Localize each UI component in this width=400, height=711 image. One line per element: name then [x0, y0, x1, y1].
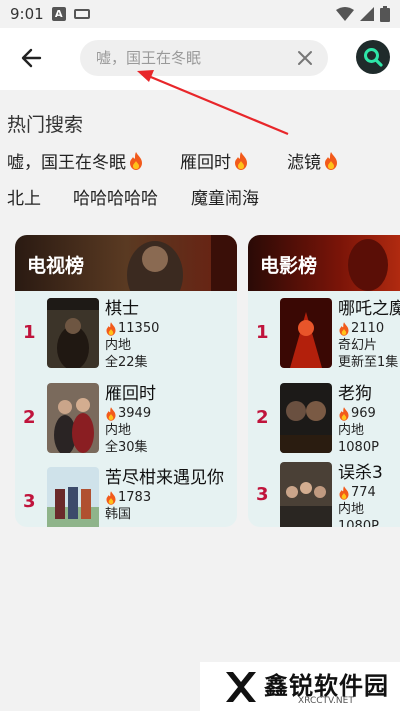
hot-tag-label: 魔童闹海 — [191, 189, 259, 209]
movie-ranking-card: 电影榜 1 哪吒之魔 2110 奇幻片 更新至1集 2 老狗 969 内地 10… — [248, 235, 400, 527]
rank-number: 2 — [23, 407, 36, 428]
rank-number: 1 — [23, 322, 36, 343]
movie-item-info: 老狗 969 内地 1080P — [338, 383, 379, 456]
tv-item-info: 雁回时 3949 内地 全30集 — [105, 383, 156, 456]
heat-value: 11350 — [118, 321, 160, 336]
tv-poster-2 — [47, 383, 99, 453]
status-time: 9:01 — [10, 5, 44, 23]
item-extra: 全30集 — [105, 440, 148, 455]
notification-a-icon: A — [51, 7, 66, 21]
rank-number: 1 — [256, 322, 269, 343]
movie-poster-3 — [280, 462, 332, 527]
item-region: 内地 — [338, 502, 365, 517]
tv-poster-1 — [47, 298, 99, 368]
item-region: 内地 — [338, 423, 365, 438]
item-heat: 1783 — [105, 489, 224, 506]
item-title: 苦尽柑来遇见你 — [105, 468, 224, 488]
hot-tag-label: 雁回时 — [180, 153, 231, 173]
item-heat: 11350 — [105, 320, 159, 337]
keyboard-icon — [73, 9, 90, 19]
hot-tag-2[interactable]: 雁回时 — [180, 148, 249, 173]
item-extra: 1080P — [338, 519, 379, 527]
search-button[interactable] — [356, 40, 390, 74]
movie-rank-row[interactable]: 3 误杀3 774 内地 1080P — [248, 462, 400, 527]
item-extra: 更新至1集 — [338, 355, 399, 370]
item-title: 哪吒之魔 — [338, 299, 400, 319]
heat-value: 969 — [351, 406, 376, 421]
movie-poster-1 — [280, 298, 332, 368]
movie-rank-row[interactable]: 2 老狗 969 内地 1080P — [248, 383, 400, 455]
clear-icon[interactable] — [296, 49, 314, 67]
movie-poster-2 — [280, 383, 332, 453]
tv-item-info: 苦尽柑来遇见你 1783 韩国 — [105, 467, 224, 523]
fire-icon — [106, 321, 116, 336]
item-region: 内地 — [105, 423, 132, 438]
heat-value: 1783 — [118, 490, 152, 505]
item-title: 误杀3 — [338, 463, 383, 483]
wifi-icon — [336, 7, 354, 21]
fire-icon — [106, 490, 116, 505]
item-extra: 1080P — [338, 440, 379, 455]
watermark: 鑫锐软件园 XRCCTV.NET — [200, 662, 400, 711]
signal-icon — [360, 7, 374, 21]
hot-tag-4[interactable]: 北上 — [7, 184, 41, 209]
hot-tag-3[interactable]: 滤镜 — [287, 148, 339, 173]
tv-rank-row[interactable]: 3 苦尽柑来遇见你 1783 韩国 — [15, 467, 237, 527]
movie-item-info: 误杀3 774 内地 1080P — [338, 462, 383, 527]
item-region: 奇幻片 — [338, 338, 378, 353]
item-title: 雁回时 — [105, 384, 156, 404]
item-heat: 3949 — [105, 405, 156, 422]
search-box[interactable] — [80, 40, 328, 76]
tv-poster-3 — [47, 467, 99, 527]
hot-tag-label: 北上 — [7, 189, 41, 209]
status-right — [336, 6, 390, 22]
search-icon — [364, 48, 383, 67]
status-bar: 9:01 A — [0, 0, 400, 28]
tv-card-title: 电视榜 — [27, 255, 85, 277]
fire-icon — [339, 406, 349, 421]
hot-tag-5[interactable]: 哈哈哈哈哈 — [73, 184, 158, 209]
movie-item-info: 哪吒之魔 2110 奇幻片 更新至1集 — [338, 298, 400, 371]
rank-number: 3 — [23, 491, 36, 512]
fire-icon — [325, 151, 337, 170]
hot-tag-label: 滤镜 — [287, 153, 321, 173]
back-arrow-icon[interactable] — [18, 44, 46, 72]
hot-tag-label: 哈哈哈哈哈 — [73, 189, 158, 209]
heat-value: 774 — [351, 485, 376, 500]
hot-search-title: 热门搜索 — [7, 114, 84, 136]
fire-icon — [235, 151, 247, 170]
rank-number: 3 — [256, 484, 269, 505]
item-title: 老狗 — [338, 384, 372, 404]
hot-tag-1[interactable]: 嘘，国王在冬眠 — [7, 148, 144, 173]
rank-number: 2 — [256, 407, 269, 428]
fire-icon — [339, 321, 349, 336]
tv-rank-row[interactable]: 1 棋士 11350 内地 全22集 — [15, 298, 237, 370]
fire-icon — [339, 485, 349, 500]
item-heat: 774 — [338, 484, 383, 501]
fire-icon — [130, 151, 142, 170]
heat-value: 3949 — [118, 406, 152, 421]
watermark-url: XRCCTV.NET — [298, 696, 354, 706]
movie-card-title: 电影榜 — [260, 255, 318, 277]
item-region: 韩国 — [105, 507, 132, 522]
hot-tag-label: 嘘，国王在冬眠 — [7, 153, 126, 173]
heat-value: 2110 — [351, 321, 385, 336]
item-region: 内地 — [105, 338, 132, 353]
hot-tag-6[interactable]: 魔童闹海 — [191, 184, 259, 209]
item-title: 棋士 — [105, 299, 139, 319]
item-heat: 969 — [338, 405, 379, 422]
tv-rank-row[interactable]: 2 雁回时 3949 内地 全30集 — [15, 383, 237, 455]
watermark-logo-icon — [226, 672, 256, 702]
movie-rank-row[interactable]: 1 哪吒之魔 2110 奇幻片 更新至1集 — [248, 298, 400, 370]
fire-icon — [106, 406, 116, 421]
status-left: 9:01 A — [10, 5, 90, 23]
search-header — [0, 28, 400, 90]
battery-icon — [380, 6, 390, 22]
item-heat: 2110 — [338, 320, 400, 337]
tv-item-info: 棋士 11350 内地 全22集 — [105, 298, 159, 371]
tv-ranking-card: 电视榜 1 棋士 11350 内地 全22集 2 雁回时 3949 内地 全30… — [15, 235, 237, 527]
item-extra: 全22集 — [105, 355, 148, 370]
search-input[interactable] — [96, 40, 286, 76]
